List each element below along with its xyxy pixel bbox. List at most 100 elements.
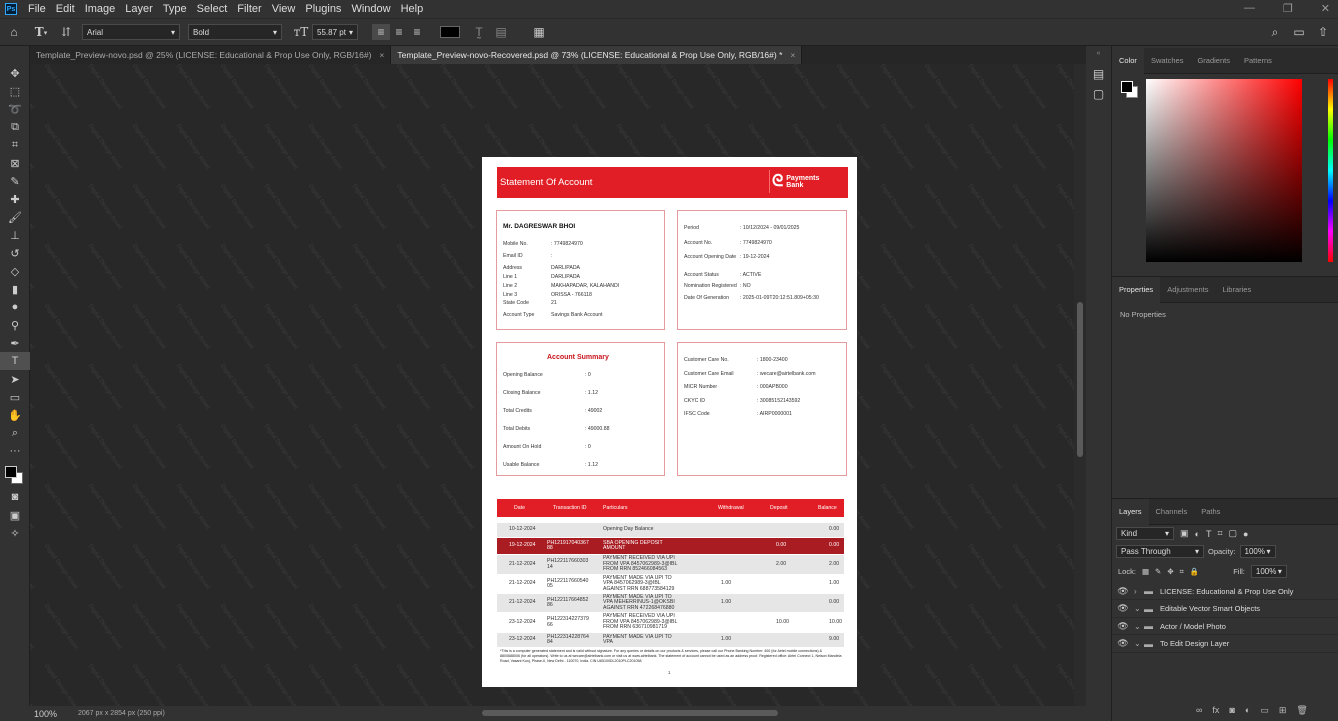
layer-visibility-eye-icon[interactable]: 👁 xyxy=(1112,603,1134,614)
chevron-right-icon[interactable]: › xyxy=(1134,587,1144,596)
crop-tool-icon[interactable]: ⌗ xyxy=(0,136,30,154)
filter-adjustment-icon[interactable]: ◐ xyxy=(1195,529,1200,539)
blur-tool-icon[interactable]: ● xyxy=(0,298,30,316)
hue-slider[interactable] xyxy=(1328,79,1333,262)
warp-text-icon[interactable]: T̰ xyxy=(468,25,490,39)
align-center-icon[interactable]: ≡ xyxy=(390,25,408,39)
healing-brush-tool-icon[interactable]: ✚ xyxy=(0,190,30,208)
hand-tool-icon[interactable]: ✋ xyxy=(0,406,30,424)
rectangle-tool-icon[interactable]: ▭ xyxy=(0,388,30,406)
layer-row[interactable]: 👁 › ▬ LICENSE: Educational & Prop Use Only xyxy=(1112,583,1338,600)
toggle-text-orientation-icon[interactable]: ⇵ xyxy=(54,25,78,39)
table-row[interactable]: 23-12-2024 PH122314227379 66 PAYMENT RECEI… xyxy=(497,613,844,632)
layer-row[interactable]: 👁 ⌄ ▬ Editable Vector Smart Objects xyxy=(1112,601,1338,618)
menu-select[interactable]: Select xyxy=(192,3,233,15)
color-tab-gradients[interactable]: Gradients xyxy=(1190,48,1237,74)
align-right-icon[interactable]: ≡ xyxy=(408,25,426,39)
color-field[interactable] xyxy=(1146,79,1302,262)
vertical-scroll-thumb[interactable] xyxy=(1077,302,1083,457)
menu-image[interactable]: Image xyxy=(80,3,121,15)
text-color-swatch[interactable] xyxy=(440,26,460,38)
restore-icon[interactable]: ❐ xyxy=(1283,2,1293,15)
collapse-panels-icon[interactable]: « xyxy=(1086,46,1111,60)
tab-template-preview-recovered[interactable]: Template_Preview-novo-Recovered.psd @ 73… xyxy=(391,46,803,64)
document-info[interactable]: 2067 px x 2854 px (250 ppi) xyxy=(78,710,165,717)
font-size-input[interactable]: 55.87 pt ▾ xyxy=(312,24,358,40)
lock-artboard-icon[interactable]: ⌗ xyxy=(1180,567,1184,577)
lock-transparent-icon[interactable]: ▦ xyxy=(1142,567,1149,576)
dodge-tool-icon[interactable]: ⚲ xyxy=(0,316,30,334)
zoom-tool-icon[interactable]: ⌕ xyxy=(0,424,30,442)
minimize-icon[interactable]: — xyxy=(1244,2,1255,15)
color-tab-color[interactable]: Color xyxy=(1112,47,1144,74)
eyedropper-tool-icon[interactable]: ✎ xyxy=(0,172,30,190)
menu-edit[interactable]: Edit xyxy=(51,3,80,15)
statement-document[interactable]: Statement Of Account ᘓ Payments Bank Mr. … xyxy=(482,157,857,687)
blend-mode-select[interactable]: Pass Through ▾ xyxy=(1116,545,1204,558)
eraser-tool-icon[interactable]: ◇ xyxy=(0,262,30,280)
character-panel-icon[interactable]: ▤ xyxy=(490,25,512,39)
layer-row[interactable]: 👁 ⌄ ▬ Actor / Model Photo xyxy=(1112,618,1338,635)
menu-window[interactable]: Window xyxy=(346,3,395,15)
menu-type[interactable]: Type xyxy=(158,3,192,15)
menu-help[interactable]: Help xyxy=(396,3,429,15)
properties-tab-libraries[interactable]: Libraries xyxy=(1215,277,1258,303)
path-selection-tool-icon[interactable]: ➤ xyxy=(0,370,30,388)
pen-tool-icon[interactable]: ✒ xyxy=(0,334,30,352)
filter-pixel-icon[interactable]: ▣ xyxy=(1180,528,1189,539)
type-tool-preset-icon[interactable]: T ▾ xyxy=(28,25,54,39)
search-icon[interactable]: ⌕ xyxy=(1266,25,1284,40)
layer-visibility-eye-icon[interactable]: 👁 xyxy=(1112,638,1134,649)
color-tab-patterns[interactable]: Patterns xyxy=(1237,48,1279,74)
add-mask-icon[interactable]: ◙ xyxy=(1229,705,1234,716)
type-tool-icon[interactable]: T xyxy=(0,352,30,370)
layer-row[interactable]: 👁 ⌄ ▬ To Edit Design Layer xyxy=(1112,636,1338,653)
layers-tab-channels[interactable]: Channels xyxy=(1149,499,1195,525)
link-layers-icon[interactable]: ∞ xyxy=(1196,705,1202,716)
menu-view[interactable]: View xyxy=(267,3,301,15)
home-icon[interactable]: ⌂ xyxy=(0,25,28,39)
lock-all-icon[interactable]: 🔒 xyxy=(1190,567,1199,576)
font-family-select[interactable]: Arial ▾ xyxy=(82,24,180,40)
workspace-icon[interactable]: ▭ xyxy=(1290,25,1308,39)
zoom-level[interactable]: 100% xyxy=(34,709,57,719)
share-icon[interactable]: ⇧ xyxy=(1314,25,1332,39)
properties-tab-properties[interactable]: Properties xyxy=(1112,276,1161,303)
new-adjustment-icon[interactable]: ◐ xyxy=(1245,705,1250,716)
menu-filter[interactable]: Filter xyxy=(232,3,266,15)
fill-input[interactable]: 100% ▾ xyxy=(1250,565,1287,578)
horizontal-scroll-thumb[interactable] xyxy=(482,710,778,716)
foreground-swatch[interactable] xyxy=(1121,81,1133,93)
clone-stamp-tool-icon[interactable]: ⊥ xyxy=(0,226,30,244)
marquee-tool-icon[interactable]: ⬚ xyxy=(0,82,30,100)
new-group-icon[interactable]: ▭ xyxy=(1260,705,1269,716)
layer-filter-kind-select[interactable]: Kind ▾ xyxy=(1116,527,1174,540)
frame-tool-icon[interactable]: ⊠ xyxy=(0,154,30,172)
close-icon[interactable]: ✕ xyxy=(1321,2,1330,15)
font-style-select[interactable]: Bold ▾ xyxy=(188,24,282,40)
3d-icon[interactable]: ▦ xyxy=(528,25,550,39)
screen-mode-icon[interactable]: ▣ xyxy=(0,506,30,524)
filter-shape-icon[interactable]: ⌗ xyxy=(1217,528,1222,539)
tab-template-preview[interactable]: Template_Preview-novo.psd @ 25% (LICENSE… xyxy=(30,46,392,64)
filter-smart-object-icon[interactable]: ▢ xyxy=(1229,528,1238,539)
lock-position-icon[interactable]: ✥ xyxy=(1167,567,1173,576)
generative-icon[interactable]: ✧ xyxy=(0,524,30,542)
menu-layer[interactable]: Layer xyxy=(120,3,158,15)
delete-layer-icon[interactable]: 🗑 xyxy=(1296,705,1307,716)
layer-visibility-eye-icon[interactable]: 👁 xyxy=(1112,621,1134,632)
foreground-color-swatch[interactable] xyxy=(5,466,17,478)
table-row[interactable]: 21-12-2024 PH122117664852 86 PAYMENT MADE … xyxy=(497,594,844,612)
chevron-down-icon[interactable]: ⌄ xyxy=(1134,622,1144,631)
history-panel-icon[interactable]: ▤ xyxy=(1086,64,1111,84)
table-row[interactable]: 19-12-2024 PH121917040367 88 SBA OPENING D… xyxy=(497,538,844,554)
lock-pixels-icon[interactable]: ✎ xyxy=(1155,567,1161,576)
vertical-scrollbar[interactable] xyxy=(1074,64,1086,706)
quick-mask-icon[interactable]: ◙ xyxy=(0,488,30,506)
layers-tab-paths[interactable]: Paths xyxy=(1194,499,1227,525)
filter-toggle-icon[interactable]: ● xyxy=(1243,529,1248,539)
move-tool-icon[interactable]: ✥ xyxy=(0,64,30,82)
menu-file[interactable]: File xyxy=(23,3,51,15)
table-row[interactable]: 21-12-2024 PH122117660540 05 PAYMENT MADE … xyxy=(497,575,844,593)
table-row[interactable]: 10-12-2024 Opening Day Balance 0.00 xyxy=(497,523,844,537)
